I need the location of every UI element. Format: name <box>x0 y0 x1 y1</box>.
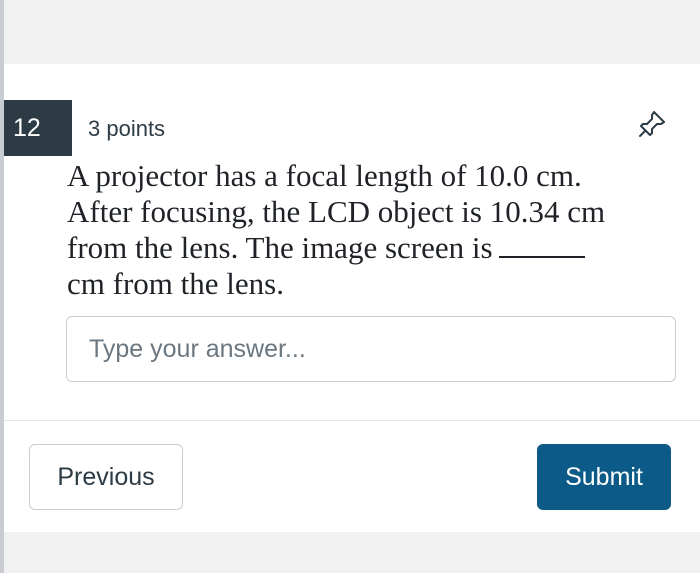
submit-button[interactable]: Submit <box>537 444 671 510</box>
question-number-badge: 12 <box>4 100 72 156</box>
question-line: from the lens. The image screen is <box>67 230 493 265</box>
question-line: After focusing, the LCD object is 10.34 … <box>67 194 606 229</box>
question-text: A projector has a focal length of 10.0 c… <box>67 158 677 302</box>
question-line: cm from the lens. <box>67 266 284 301</box>
question-points: 3 points <box>88 116 166 141</box>
question-line-with-blank: from the lens. The image screen is <box>67 230 677 266</box>
answer-input[interactable] <box>66 316 676 382</box>
answer-blank <box>498 234 585 258</box>
question-card: 12 3 points A projector has a focal leng… <box>4 64 700 532</box>
pin-icon[interactable] <box>636 108 668 140</box>
question-line: A projector has a focal length of 10.0 c… <box>67 158 582 193</box>
divider <box>4 420 700 421</box>
previous-button[interactable]: Previous <box>29 444 183 510</box>
